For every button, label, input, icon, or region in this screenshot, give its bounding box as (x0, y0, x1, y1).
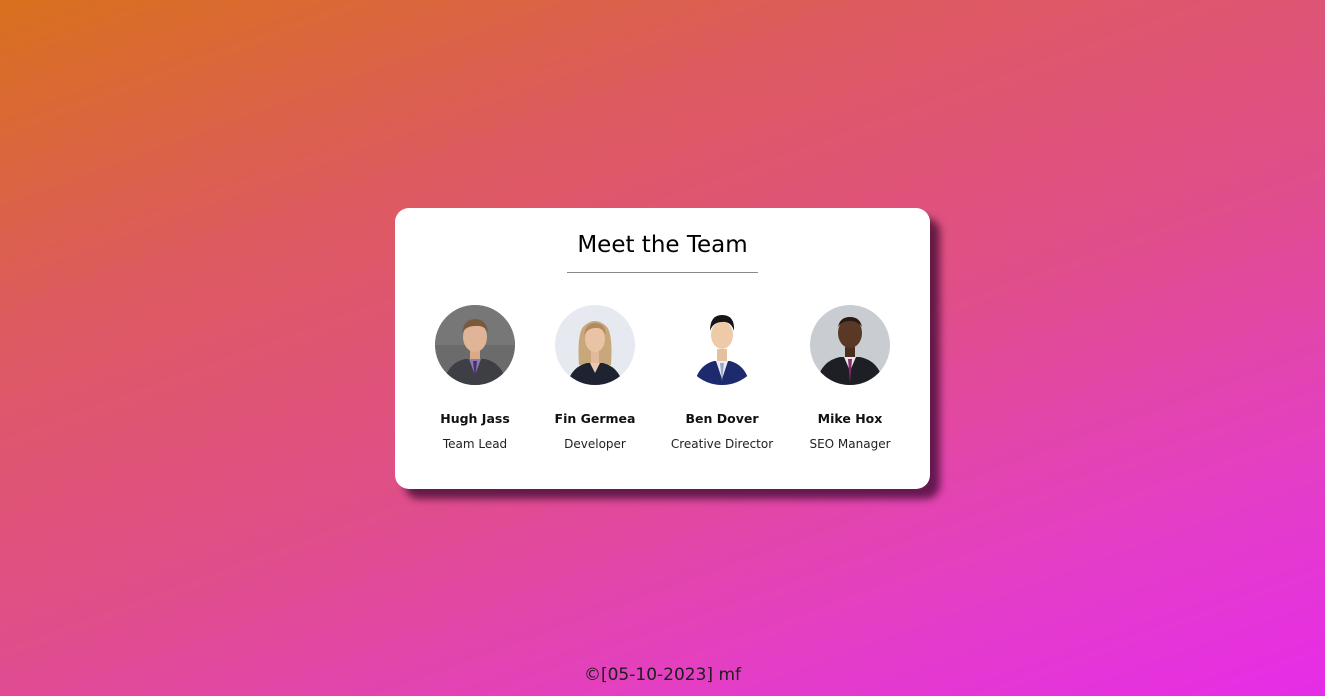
member-photo (435, 305, 515, 385)
member-role: SEO Manager (809, 437, 891, 451)
member-name: Ben Dover (685, 411, 759, 426)
member-role: Creative Director (670, 437, 774, 451)
member-role: Developer (564, 437, 626, 451)
team-card: Meet the Team Hugh Jass Team Lead Fin Ge… (395, 208, 930, 489)
card-title: Meet the Team (577, 232, 748, 258)
title-divider (567, 272, 758, 273)
member-photo (810, 305, 890, 385)
team-member-card: Ben Dover Creative Director (652, 305, 792, 452)
member-role: Team Lead (442, 437, 508, 451)
member-photo (555, 305, 635, 385)
member-name: Fin Germea (554, 411, 636, 426)
member-name: Hugh Jass (440, 411, 510, 426)
team-member-card: Hugh Jass Team Lead (405, 305, 545, 452)
member-name: Mike Hox (817, 411, 883, 426)
footer-copyright: ©[05-10-2023] mf (583, 665, 741, 685)
member-photo (682, 305, 762, 385)
team-member-card: Mike Hox SEO Manager (780, 305, 920, 452)
team-member-card: Fin Germea Developer (525, 305, 665, 452)
